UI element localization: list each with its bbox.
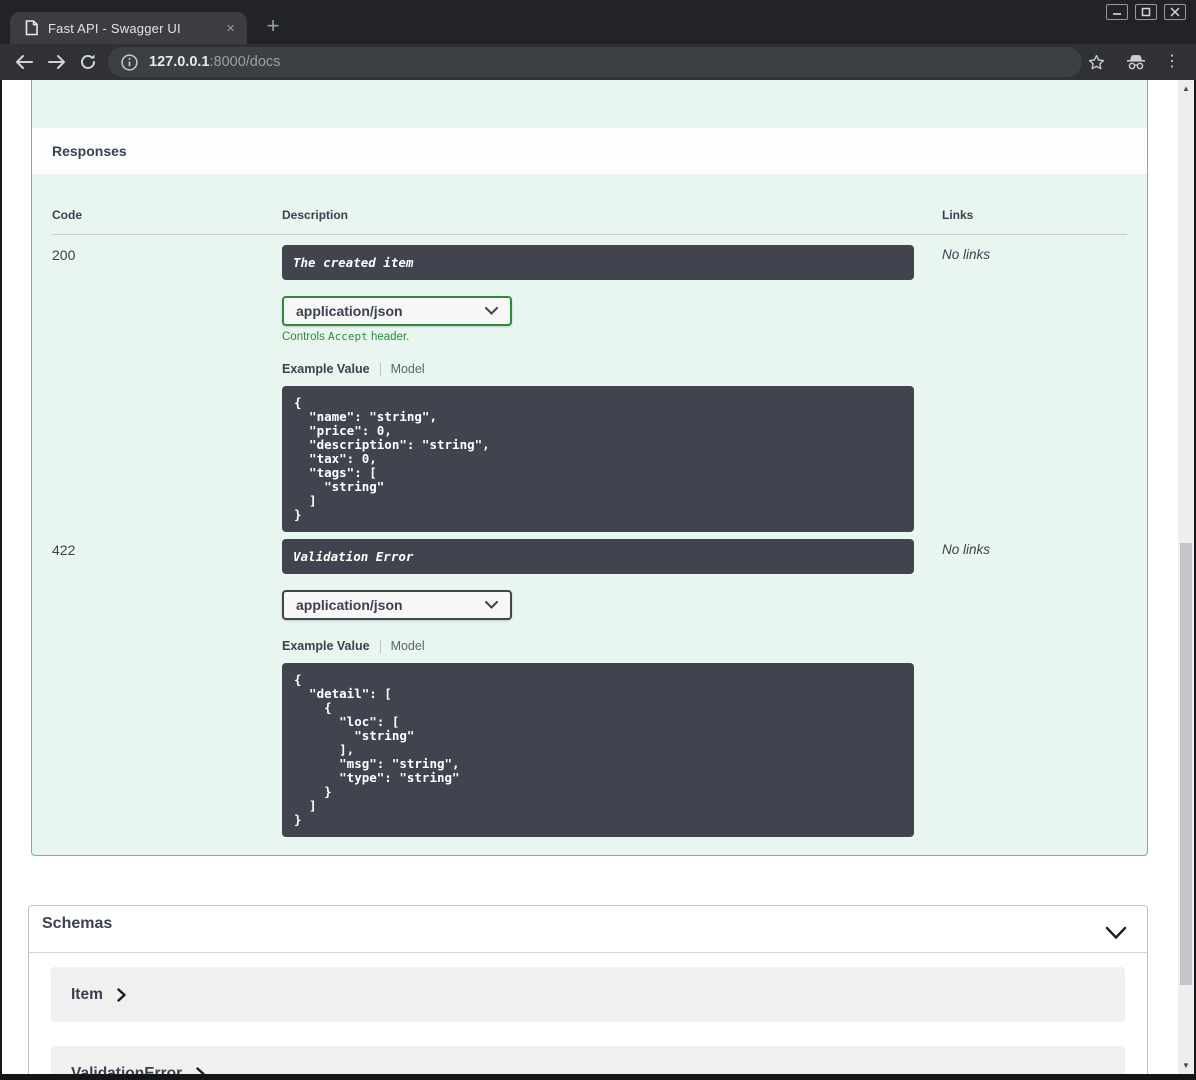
tab-divider xyxy=(379,362,381,376)
chevron-right-icon xyxy=(196,1066,205,1074)
tab-example-value[interactable]: Example Value xyxy=(282,362,370,376)
schema-validationerror-label: ValidationError xyxy=(71,1064,183,1075)
response-200-links: No links xyxy=(942,247,991,262)
chevron-down-icon[interactable] xyxy=(1105,926,1127,945)
response-422-links: No links xyxy=(942,542,991,557)
schemas-section: Schemas Item ValidationError xyxy=(28,905,1148,1074)
info-icon[interactable] xyxy=(121,53,138,71)
page-content: Responses Code Description Links 200 The… xyxy=(2,80,1194,1074)
example-json-422: { "detail": [ { "loc": [ "string" ], "ms… xyxy=(282,663,914,837)
column-header-description: Description xyxy=(282,208,349,222)
media-type-value: application/json xyxy=(296,303,403,319)
vertical-scrollbar[interactable]: ▲ ▼ xyxy=(1178,80,1194,1074)
media-type-value: application/json xyxy=(296,597,403,613)
tab-title: Fast API - Swagger UI xyxy=(48,20,181,36)
responses-title: Responses xyxy=(52,143,127,159)
scrollbar-thumb[interactable] xyxy=(1180,543,1192,985)
schemas-title: Schemas xyxy=(42,915,113,932)
url-text: 127.0.0.1:8000/docs xyxy=(149,54,280,70)
column-header-code: Code xyxy=(52,208,82,222)
new-tab-icon[interactable]: + xyxy=(259,13,287,41)
browser-window: Fast API - Swagger UI × + 127.0.0.1:8000… xyxy=(0,0,1196,1080)
browser-tab[interactable]: Fast API - Swagger UI × xyxy=(10,12,247,44)
url-path: :8000/docs xyxy=(209,54,281,70)
reload-icon[interactable] xyxy=(79,53,97,76)
menu-dots-icon[interactable]: ⋮ xyxy=(1164,52,1180,72)
tab-divider xyxy=(379,639,381,653)
response-200-description-cell: The created item application/json Contro… xyxy=(282,245,914,532)
incognito-icon xyxy=(1126,54,1146,76)
media-type-select-200[interactable]: application/json xyxy=(282,296,512,326)
column-header-links: Links xyxy=(942,208,974,222)
response-code-422: 422 xyxy=(52,542,76,558)
page-icon xyxy=(25,20,38,36)
close-window-icon[interactable] xyxy=(1164,4,1186,20)
response-422-description-cell: Validation Error application/json Exampl… xyxy=(282,539,914,837)
forward-icon[interactable] xyxy=(47,53,67,76)
table-header-divider xyxy=(52,234,1127,235)
responses-section-header: Responses xyxy=(32,128,1147,175)
window-bottom-edge xyxy=(0,1074,1196,1080)
example-json-200: { "name": "string", "price": 0, "descrip… xyxy=(282,386,914,532)
chevron-down-icon xyxy=(485,307,498,315)
url-host: 127.0.0.1 xyxy=(149,54,210,70)
tab-model[interactable]: Model xyxy=(391,639,425,653)
chevron-right-icon xyxy=(117,987,126,1002)
media-type-select-422[interactable]: application/json xyxy=(282,590,512,620)
response-422-description: Validation Error xyxy=(282,539,914,574)
example-model-tabs: Example Value Model xyxy=(282,639,914,653)
tab-close-icon[interactable]: × xyxy=(226,21,235,36)
opblock-responses-panel: Responses Code Description Links 200 The… xyxy=(31,80,1148,856)
example-model-tabs: Example Value Model xyxy=(282,362,914,376)
back-icon[interactable] xyxy=(14,53,34,76)
tab-model[interactable]: Model xyxy=(391,362,425,376)
tab-strip: Fast API - Swagger UI × + xyxy=(0,0,1196,44)
browser-toolbar: 127.0.0.1:8000/docs ⋮ xyxy=(0,44,1196,80)
response-200-description: The created item xyxy=(282,245,914,280)
scroll-down-icon[interactable]: ▼ xyxy=(1178,1061,1194,1070)
tab-example-value[interactable]: Example Value xyxy=(282,639,370,653)
schemas-header[interactable]: Schemas xyxy=(29,915,1147,953)
accept-header-note: Controls Accept header. xyxy=(282,330,410,343)
schema-item-label: Item xyxy=(71,985,103,1003)
minimize-icon[interactable] xyxy=(1106,4,1128,20)
response-code-200: 200 xyxy=(52,247,76,263)
schema-item[interactable]: Item xyxy=(51,967,1125,1022)
maximize-icon[interactable] xyxy=(1135,4,1157,20)
address-bar[interactable]: 127.0.0.1:8000/docs xyxy=(108,47,1082,77)
scroll-up-icon[interactable]: ▲ xyxy=(1178,84,1194,93)
window-controls xyxy=(1106,4,1186,20)
bookmark-star-icon[interactable] xyxy=(1088,54,1105,76)
schema-validationerror[interactable]: ValidationError xyxy=(51,1046,1125,1074)
chevron-down-icon xyxy=(485,601,498,609)
